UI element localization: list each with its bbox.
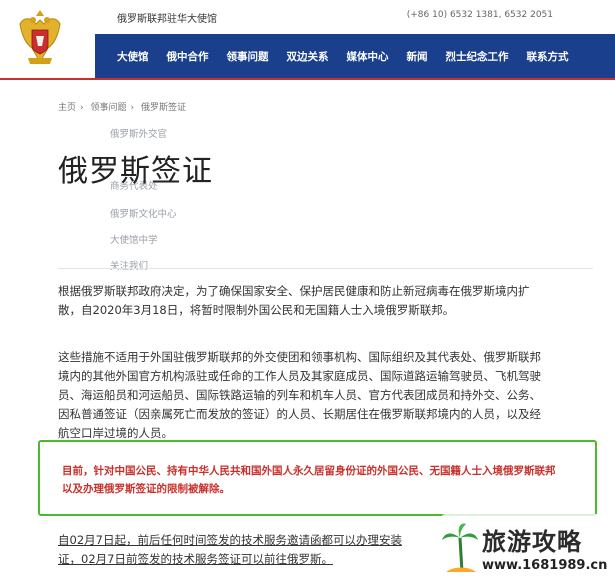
nav-item-embassy[interactable]: 大使馆 [95, 49, 158, 64]
para1-line1: 根据俄罗斯联邦政府决定，为了确保国家安全、保护居民健康和防止新冠病毒在俄罗斯境内… [58, 284, 530, 298]
para2-line2: 境内的其他外国官方机构派驻或任命的工作人员及其家庭成员、国际道路运输驾驶员、飞机… [58, 369, 541, 383]
page-title: 俄罗斯签证 [58, 154, 213, 189]
embassy-name: 俄罗斯联邦驻华大使馆 [117, 14, 217, 25]
notice-box: 目前，针对中国公民、持有中华人民共和国外国人永久居留身份证的外国公民、无国籍人士… [38, 440, 597, 516]
site-header: 俄罗斯联邦驻华大使馆 (+86 10) 6532 1381, 6532 2051… [0, 0, 615, 80]
russian-coat-of-arms-logo[interactable] [14, 6, 66, 72]
top-strip: 俄罗斯联邦驻华大使馆 (+86 10) 6532 1381, 6532 2051 [95, 0, 615, 34]
breadcrumb-home[interactable]: 主页 [58, 103, 76, 113]
nav-item-media[interactable]: 媒体中心 [338, 49, 398, 64]
notice-line2: 以及办理俄罗斯签证的限制被解除。 [62, 483, 230, 495]
nav-item-bilateral[interactable]: 双边关系 [278, 49, 338, 64]
paragraph-entry-restriction: 根据俄罗斯联邦政府决定，为了确保国家安全、保护居民健康和防止新冠病毒在俄罗斯境内… [58, 282, 598, 320]
palm-tree-icon [440, 520, 480, 576]
dropdown-item-culture-center[interactable]: 俄罗斯文化中心 [110, 206, 177, 220]
divider [58, 268, 593, 269]
para2-line3: 员、海运船员和河运船员、国际铁路运输的列车和机车人员、官方代表团成员和持外交、公… [58, 388, 541, 402]
nav-item-contact[interactable]: 联系方式 [518, 49, 578, 64]
dropdown-item-diplomats[interactable]: 俄罗斯外交官 [110, 126, 167, 140]
nav-item-news[interactable]: 新闻 [398, 49, 437, 64]
para1-line2: 散，自2020年3月18日，将暂时限制外国公民和无国籍人士入境俄罗斯联邦。 [58, 303, 455, 317]
main-nav: 大使馆 俄中合作 领事问题 双边关系 媒体中心 新闻 烈士纪念工作 联系方式 [95, 34, 615, 78]
para2-line1: 这些措施不适用于外国驻俄罗斯联邦的外交使团和领事机构、国际组织及其代表处、俄罗斯… [58, 350, 541, 364]
watermark: 旅游攻略 www.1681989.cn [440, 514, 610, 580]
phone-number: (+86 10) 6532 1381, 6532 2051 [406, 10, 553, 20]
dropdown-item-follow-us[interactable]: 关注我们 [110, 258, 148, 272]
paragraph-exemptions: 这些措施不适用于外国驻俄罗斯联邦的外交使团和领事机构、国际组织及其代表处、俄罗斯… [58, 348, 598, 443]
nav-item-memorial[interactable]: 烈士纪念工作 [437, 49, 518, 64]
nav-item-cooperation[interactable]: 俄中合作 [158, 49, 218, 64]
nav-dropdown-menu: 俄罗斯外交官 商务代表处 俄罗斯文化中心 大使馆中学 关注我们 [100, 112, 300, 280]
nav-item-consular[interactable]: 领事问题 [218, 49, 278, 64]
notice-line1: 目前，针对中国公民、持有中华人民共和国外国人永久居留身份证的外国公民、无国籍人士… [62, 465, 556, 477]
dropdown-item-school[interactable]: 大使馆中学 [110, 232, 158, 246]
watermark-url: www.1681989.cn [482, 558, 608, 573]
para2-line4: 因私普通签证（因亲属死亡而发放的签证）的人员、长期居住在俄罗斯联邦境内的人员，以… [58, 407, 541, 421]
watermark-text: 旅游攻略 [482, 527, 582, 556]
